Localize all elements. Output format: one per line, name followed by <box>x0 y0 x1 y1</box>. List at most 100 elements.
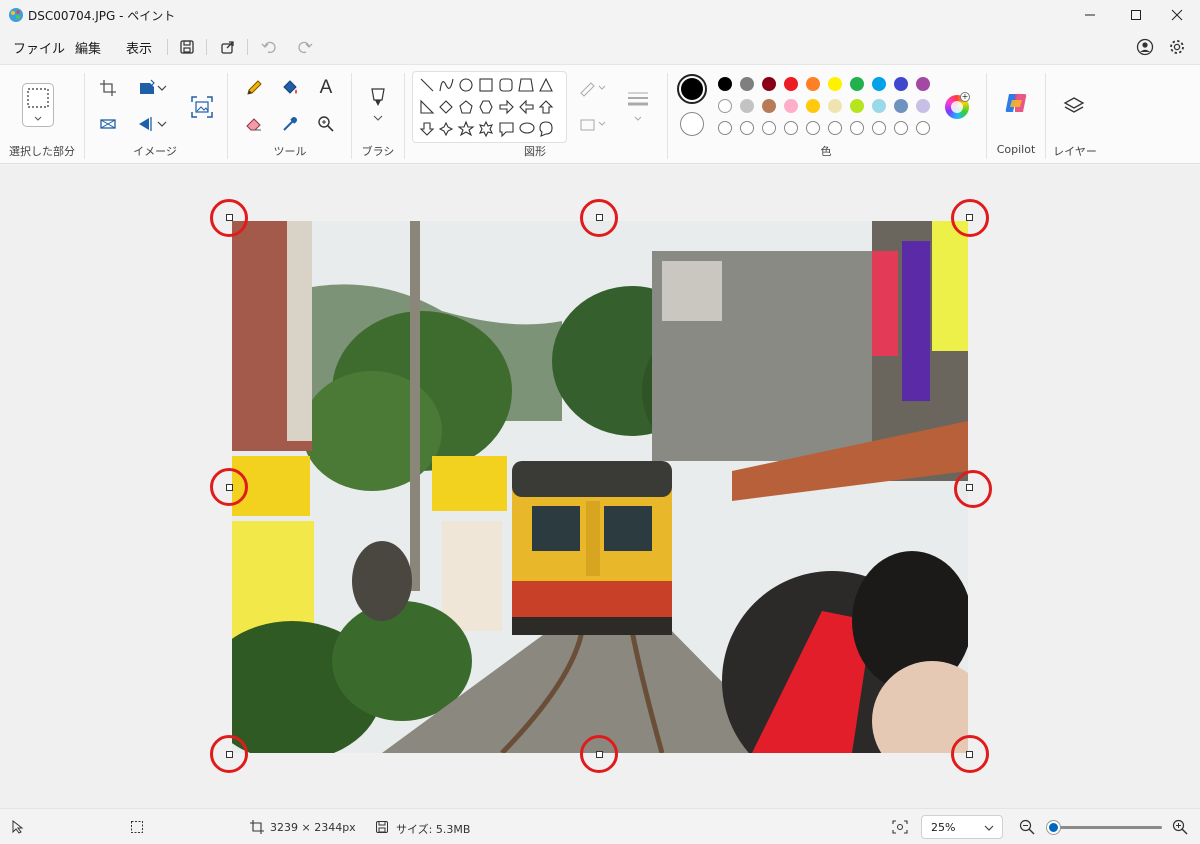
text-button[interactable]: A <box>314 76 338 100</box>
ribbon-divider <box>1045 73 1046 159</box>
palette-color-swatch[interactable] <box>740 99 754 113</box>
plus-icon: + <box>960 92 970 102</box>
custom-color-slot[interactable] <box>828 121 842 135</box>
custom-color-slot[interactable] <box>872 121 886 135</box>
undo-button[interactable] <box>259 37 279 57</box>
zoom-slider-track[interactable] <box>1050 826 1162 829</box>
flip-dropdown[interactable] <box>155 112 169 136</box>
fit-to-window-icon[interactable] <box>892 820 908 834</box>
selection-tool-button[interactable] <box>22 83 54 127</box>
palette-color-swatch[interactable] <box>916 77 930 91</box>
title-bar: DSC00704.JPG - ペイント <box>0 0 1200 30</box>
menu-edit[interactable]: 編集 <box>75 38 101 57</box>
stroke-size-button[interactable] <box>624 87 652 123</box>
resize-button[interactable] <box>96 112 120 136</box>
save-button[interactable] <box>177 37 197 57</box>
tools-group-label: ツール <box>273 145 307 158</box>
custom-color-slot[interactable] <box>916 121 930 135</box>
palette-color-swatch[interactable] <box>850 77 864 91</box>
zoom-out-icon[interactable] <box>1019 819 1035 835</box>
menu-file[interactable]: ファイル <box>13 38 65 57</box>
palette-color-swatch[interactable] <box>784 99 798 113</box>
canvas-area[interactable] <box>0 165 1200 808</box>
ribbon-divider <box>227 73 228 159</box>
palette-color-swatch[interactable] <box>718 77 732 91</box>
zoom-slider-thumb[interactable] <box>1047 821 1060 834</box>
palette-color-swatch[interactable] <box>740 77 754 91</box>
edit-colors-button[interactable]: + <box>945 92 970 119</box>
colors-group-label: 色 <box>820 145 832 158</box>
secondary-color-button[interactable] <box>680 112 704 136</box>
crop-icon <box>100 80 116 96</box>
minimize-icon <box>1085 14 1095 16</box>
custom-color-slot[interactable] <box>806 121 820 135</box>
annotation-circle <box>954 470 992 508</box>
settings-button[interactable] <box>1167 37 1187 57</box>
pencil-button[interactable] <box>242 76 266 100</box>
custom-color-slot[interactable] <box>740 121 754 135</box>
palette-color-swatch[interactable] <box>806 77 820 91</box>
magnifier-button[interactable] <box>314 112 338 136</box>
minimize-button[interactable] <box>1067 0 1113 30</box>
custom-color-slot[interactable] <box>762 121 776 135</box>
palette-color-swatch[interactable] <box>872 99 886 113</box>
file-size-icon <box>376 821 388 833</box>
copilot-icon <box>1005 94 1027 112</box>
photo-image <box>232 221 968 753</box>
ribbon-divider <box>986 73 987 159</box>
fill-button[interactable] <box>278 76 302 100</box>
palette-color-swatch[interactable] <box>784 77 798 91</box>
zoom-in-icon[interactable] <box>1172 819 1188 835</box>
window-title: DSC00704.JPG - ペイント <box>28 9 176 23</box>
custom-color-slot[interactable] <box>718 121 732 135</box>
menu-divider <box>247 39 248 55</box>
redo-button[interactable] <box>295 37 315 57</box>
image-select-button[interactable] <box>189 93 215 121</box>
close-button[interactable] <box>1154 0 1200 30</box>
palette-color-swatch[interactable] <box>762 77 776 91</box>
palette-color-swatch[interactable] <box>916 99 930 113</box>
palette-color-swatch[interactable] <box>828 99 842 113</box>
brush-icon <box>371 88 385 121</box>
palette-color-swatch[interactable] <box>828 77 842 91</box>
menu-view[interactable]: 表示 <box>126 38 152 57</box>
palette-color-swatch[interactable] <box>894 99 908 113</box>
palette-color-swatch[interactable] <box>850 99 864 113</box>
color-picker-button[interactable] <box>278 112 302 136</box>
menu-divider <box>167 39 168 55</box>
crop-button[interactable] <box>96 76 120 100</box>
custom-color-slot[interactable] <box>850 121 864 135</box>
save-icon <box>180 40 194 54</box>
palette-color-swatch[interactable] <box>718 99 732 113</box>
rotate-dropdown[interactable] <box>155 76 169 100</box>
primary-color-button[interactable] <box>677 74 707 104</box>
brush-button[interactable] <box>365 85 391 125</box>
outline-dropdown[interactable] <box>578 76 608 100</box>
custom-color-slot[interactable] <box>784 121 798 135</box>
menu-bar: ファイル 編集 表示 <box>0 30 1200 64</box>
palette-color-swatch[interactable] <box>806 99 820 113</box>
eraser-icon <box>246 118 261 131</box>
share-button[interactable] <box>218 37 238 57</box>
palette-color-swatch[interactable] <box>894 77 908 91</box>
zoom-value: 25% <box>931 821 956 834</box>
palette-color-swatch[interactable] <box>872 77 886 91</box>
layers-button[interactable] <box>1062 94 1086 118</box>
zoom-dropdown[interactable]: 25% <box>921 815 1003 839</box>
shape-fill-dropdown[interactable] <box>578 112 608 136</box>
palette-color-swatch[interactable] <box>762 99 776 113</box>
ribbon-toolbar: 選択した部分 イメージ A ツール ブラシ 図形 + 色 Copilot レイヤ… <box>0 64 1200 164</box>
photo-canvas[interactable] <box>232 221 968 753</box>
account-button[interactable] <box>1135 37 1155 57</box>
shapes-group-label: 図形 <box>524 145 546 158</box>
text-icon: A <box>319 77 333 98</box>
custom-color-slot[interactable] <box>894 121 908 135</box>
eraser-button[interactable] <box>242 112 266 136</box>
maximize-button[interactable] <box>1113 0 1159 30</box>
chevron-down-icon <box>984 825 994 831</box>
copilot-button[interactable] <box>1002 89 1030 117</box>
annotation-circle <box>580 199 618 237</box>
image-group-label: イメージ <box>133 145 177 158</box>
shapes-gallery[interactable] <box>412 71 567 143</box>
primary-color-swatch <box>681 78 703 100</box>
